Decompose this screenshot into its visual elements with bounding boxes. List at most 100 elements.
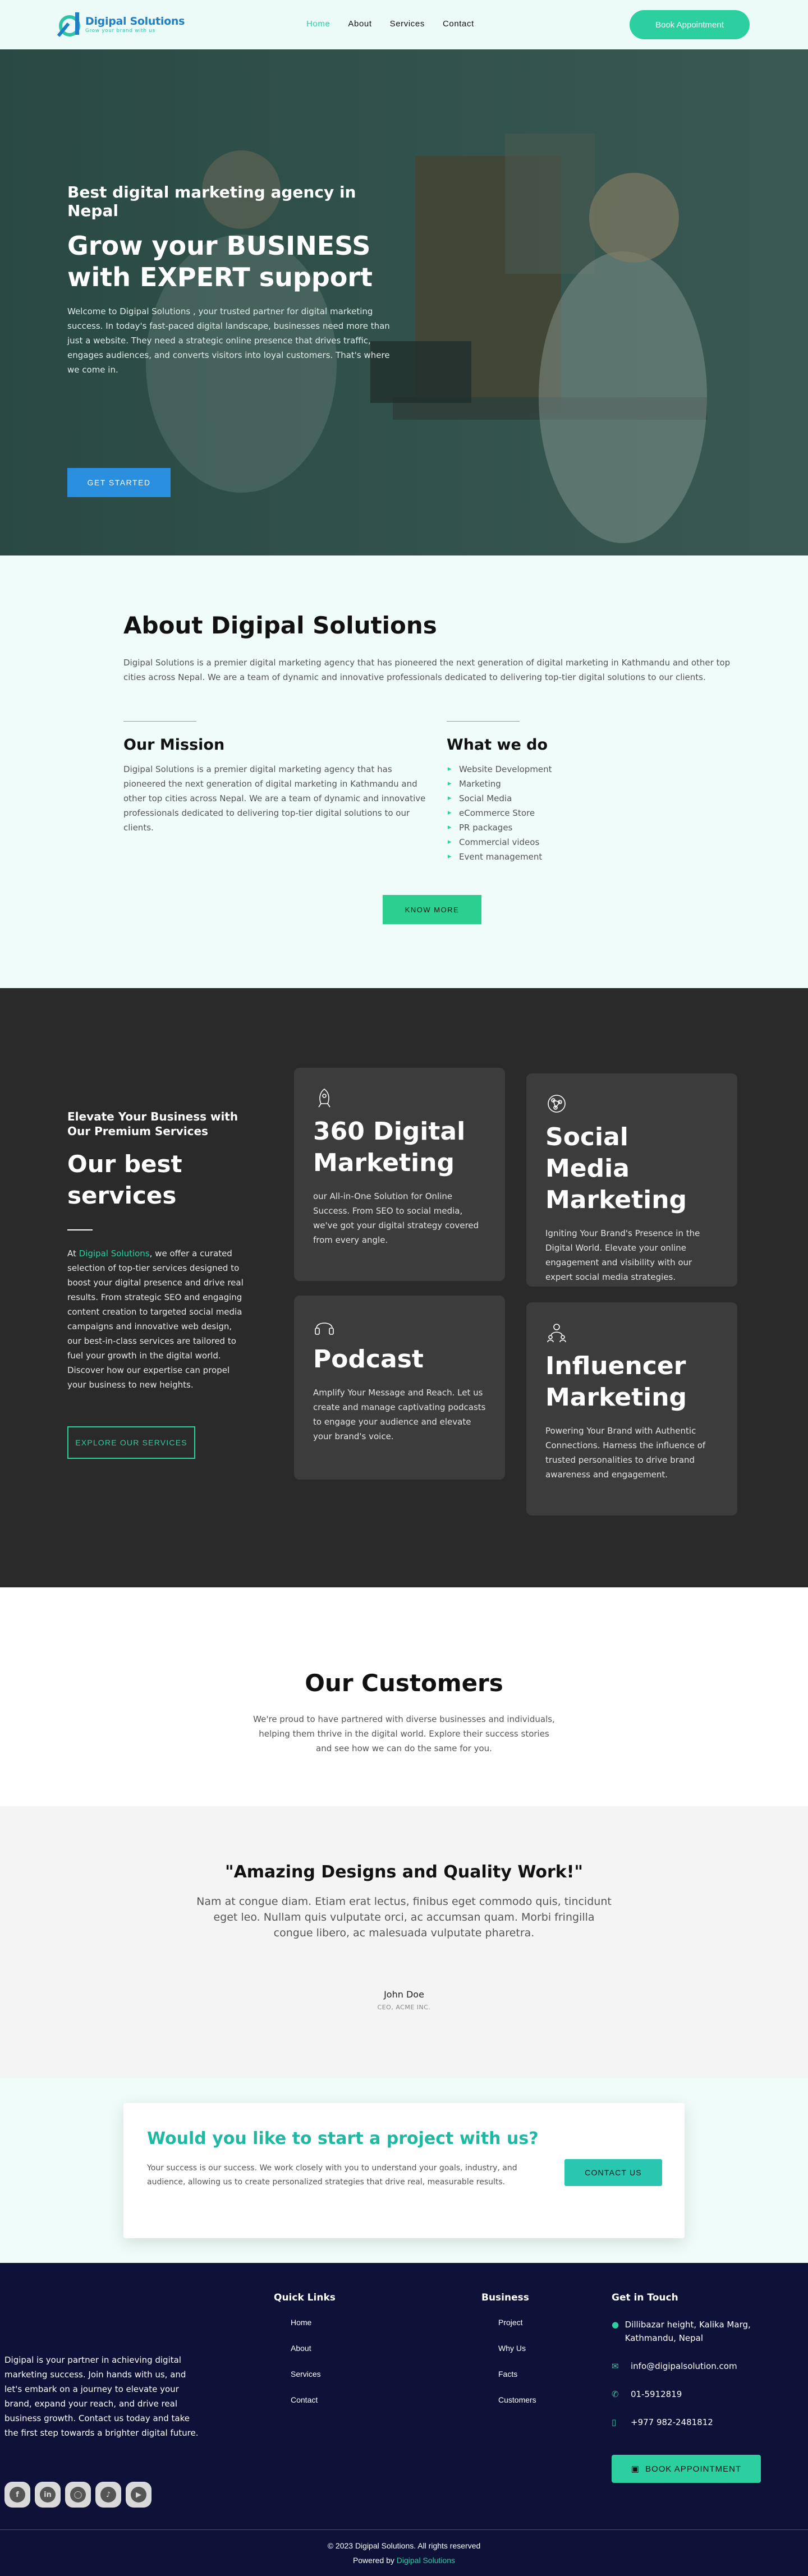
main-menu: Home About Services Contact xyxy=(306,19,492,29)
phone-icon: ✆ xyxy=(612,2389,619,2399)
footer-link-home[interactable]: Home xyxy=(274,2318,336,2327)
instagram-icon[interactable]: ◯ xyxy=(65,2482,91,2508)
tiktok-icon[interactable]: ♪ xyxy=(95,2482,121,2508)
testimonial-author: John Doe xyxy=(384,1989,424,2000)
customers-text: We're proud to have partnered with diver… xyxy=(253,1714,555,1753)
mission-title: Our Mission xyxy=(123,736,225,754)
cta-text: Your success is our success. We work clo… xyxy=(147,2164,517,2187)
whatwedo-list: Website Development Marketing Social Med… xyxy=(447,762,552,864)
phone-text: 01-5912819 xyxy=(631,2389,682,2399)
copyright: © 2023 Digipal Solutions. All rights res… xyxy=(327,2541,481,2550)
footer-link-why-us[interactable]: Why Us xyxy=(481,2344,536,2353)
services-text-prefix: At xyxy=(67,1248,79,1259)
nav-contact[interactable]: Contact xyxy=(443,19,474,29)
list-item: Social Media xyxy=(447,791,552,806)
powered-by-link[interactable]: Digipal Solutions xyxy=(397,2556,455,2565)
services-eyebrow: Elevate Your Business with Our Premium S… xyxy=(67,1110,238,1138)
nav-about[interactable]: About xyxy=(348,19,371,29)
mission-divider xyxy=(123,721,196,722)
service-card-text: Powering Your Brand with Authentic Conne… xyxy=(545,1426,706,1480)
service-card-text: our All-in-One Solution for Online Succe… xyxy=(313,1191,479,1245)
quick-links-column: Quick Links Home About Services Contact xyxy=(274,2292,336,2421)
facebook-icon[interactable]: f xyxy=(4,2482,30,2508)
list-item: Website Development xyxy=(447,762,552,777)
footer-link-facts[interactable]: Facts xyxy=(481,2370,536,2378)
logo-tagline: Grow your brand with us xyxy=(85,27,155,34)
address-row: ● Dillibazar height, Kalika Marg, Kathman… xyxy=(612,2318,769,2345)
mobile-text: +977 982-2481812 xyxy=(631,2417,713,2427)
list-item: Event management xyxy=(447,850,552,864)
footer-about-text: Digipal is your partner in achieving dig… xyxy=(4,2355,199,2438)
quick-links-title: Quick Links xyxy=(274,2292,336,2303)
service-card-text: Amplify Your Message and Reach. Let us c… xyxy=(313,1388,486,1441)
footer-link-contact[interactable]: Contact xyxy=(274,2395,336,2404)
cta-section: Would you like to start a project with u… xyxy=(0,2078,808,2263)
logo-name: Digipal Solutions xyxy=(85,15,185,27)
service-card-360[interactable]: 360 Digital Marketing our All-in-One Sol… xyxy=(294,1068,505,1281)
whatwedo-title: What we do xyxy=(447,736,548,754)
footer-book-appointment-button[interactable]: ▣ BOOK APPOINTMENT xyxy=(612,2455,761,2483)
service-card-title: 360 Digital Marketing xyxy=(313,1117,466,1177)
hero-title: Grow your BUSINESS with EXPERT support xyxy=(67,230,404,293)
services-divider xyxy=(67,1229,93,1230)
footer-divider xyxy=(0,2529,808,2530)
business-title: Business xyxy=(481,2292,529,2303)
contact-us-button[interactable]: CONTACT US xyxy=(564,2159,662,2186)
footer: Digipal is your partner in achieving dig… xyxy=(0,2263,808,2576)
footer-link-about[interactable]: About xyxy=(274,2344,336,2353)
network-icon xyxy=(545,1092,568,1115)
customers-section: Our Customers We're proud to have partne… xyxy=(0,1587,808,1806)
youtube-icon[interactable]: ▶ xyxy=(126,2482,152,2508)
logo-mark-icon xyxy=(56,10,82,38)
nav-home[interactable]: Home xyxy=(306,19,330,29)
linkedin-icon[interactable]: in xyxy=(35,2482,61,2508)
service-card-influencer[interactable]: Influencer Marketing Powering Your Brand… xyxy=(526,1302,737,1516)
powered-by-prefix: Powered by xyxy=(352,2556,397,2565)
footer-link-project[interactable]: Project xyxy=(481,2318,536,2327)
business-column: Business Project Why Us Facts Customers xyxy=(481,2292,536,2421)
phone-row[interactable]: ✆ 01-5912819 xyxy=(612,2387,769,2401)
service-card-title: Social Media Marketing xyxy=(545,1123,687,1214)
services-description: At Digipal Solutions, we offer a curated… xyxy=(67,1246,245,1392)
mobile-row[interactable]: ▯ +977 982-2481812 xyxy=(612,2416,769,2429)
about-title: About Digipal Solutions xyxy=(123,612,437,639)
contact-column: Get in Touch ● Dillibazar height, Kalika … xyxy=(612,2292,769,2444)
service-card-title: Podcast xyxy=(313,1345,424,1374)
know-more-button[interactable]: KNOW MORE xyxy=(383,895,481,924)
service-card-podcast[interactable]: Podcast Amplify Your Message and Reach. … xyxy=(294,1296,505,1480)
services-text-rest: , we offer a curated selection of top-ti… xyxy=(67,1248,244,1390)
cta-title: Would you like to start a project with u… xyxy=(147,2129,539,2148)
calendar-icon: ▣ xyxy=(631,2464,640,2474)
footer-book-appointment-label: BOOK APPOINTMENT xyxy=(645,2464,742,2474)
cta-card: Would you like to start a project with u… xyxy=(123,2103,685,2238)
footer-link-customers[interactable]: Customers xyxy=(481,2395,536,2404)
testimonial-section: "Amazing Designs and Quality Work!" Nam … xyxy=(0,1806,808,2078)
mobile-icon: ▯ xyxy=(612,2417,617,2427)
explore-services-button[interactable]: EXPLORE OUR SERVICES xyxy=(67,1426,195,1459)
email-row[interactable]: ✉ info@digipalsolution.com xyxy=(612,2359,769,2373)
service-card-social[interactable]: Social Media Marketing Igniting Your Bra… xyxy=(526,1073,737,1287)
rocket-icon xyxy=(313,1087,336,1109)
service-card-title: Influencer Marketing xyxy=(545,1352,687,1412)
hero-description: Welcome to Digipal Solutions , your trus… xyxy=(67,306,390,375)
social-links: f in ◯ ♪ ▶ xyxy=(4,2482,152,2508)
get-started-button[interactable]: GET STARTED xyxy=(67,468,171,497)
book-appointment-button[interactable]: Book Appointment xyxy=(630,10,750,39)
contact-title: Get in Touch xyxy=(612,2292,678,2303)
hero-subtitle: Best digital marketing agency in Nepal xyxy=(67,183,356,220)
footer-link-services[interactable]: Services xyxy=(274,2370,336,2378)
people-icon xyxy=(545,1321,568,1344)
nav-services[interactable]: Services xyxy=(390,19,425,29)
hero-title-line-2: with EXPERT support xyxy=(67,262,373,292)
address-text: Dillibazar height, Kalika Marg, Kathmand… xyxy=(625,2320,751,2343)
testimonial-title: "Amazing Designs and Quality Work!" xyxy=(224,1862,584,1882)
mission-text: Digipal Solutions is a premier digital m… xyxy=(123,764,426,833)
hero-title-line-1: Grow your BUSINESS xyxy=(67,231,371,261)
list-item: eCommerce Store xyxy=(447,806,552,820)
email-text: info@digipalsolution.com xyxy=(631,2361,737,2371)
list-item: Commercial videos xyxy=(447,835,552,850)
logo[interactable]: Digipal Solutions Grow your brand with u… xyxy=(56,10,185,38)
testimonial-quote: Nam at congue diam. Etiam erat lectus, f… xyxy=(196,1895,612,1939)
hero-section: Best digital marketing agency in Nepal G… xyxy=(0,49,808,555)
whatwedo-divider xyxy=(447,721,520,722)
